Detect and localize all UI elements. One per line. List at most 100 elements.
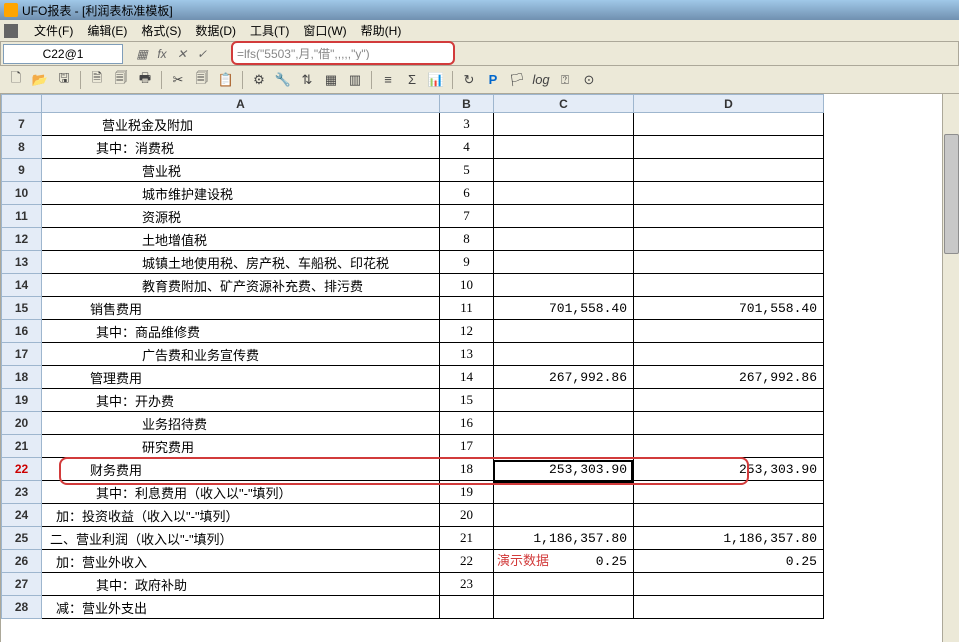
cell-c[interactable] (494, 205, 634, 228)
chart-icon[interactable]: ▦ (135, 47, 149, 61)
cell-c[interactable] (494, 481, 634, 504)
cancel-icon[interactable]: ✕ (175, 47, 189, 61)
cell-a[interactable]: 减：营业外支出 (42, 596, 440, 619)
cell-c[interactable]: 253,303.90 (494, 458, 634, 481)
cell-d[interactable] (634, 320, 824, 343)
grid-icon[interactable]: ▦ (321, 70, 341, 90)
cell-a[interactable]: 管理费用 (42, 366, 440, 389)
row-header[interactable]: 16 (2, 320, 42, 343)
cell-d[interactable]: 1,186,357.80 (634, 527, 824, 550)
tool-icon[interactable]: ⚙ (249, 70, 269, 90)
cell-b[interactable]: 20 (440, 504, 494, 527)
cell-d[interactable] (634, 504, 824, 527)
cell-b[interactable]: 17 (440, 435, 494, 458)
menu-file[interactable]: 文件(F) (28, 20, 79, 41)
row-header[interactable]: 18 (2, 366, 42, 389)
cell-d[interactable] (634, 274, 824, 297)
row-header[interactable]: 19 (2, 389, 42, 412)
cell-a[interactable]: 其中：利息费用（收入以"-"填列） (42, 481, 440, 504)
cell-a[interactable]: 其中：开办费 (42, 389, 440, 412)
find-icon[interactable]: ⊙ (579, 70, 599, 90)
row-header[interactable]: 27 (2, 573, 42, 596)
cell-c[interactable] (494, 343, 634, 366)
cell-c[interactable] (494, 228, 634, 251)
row-header[interactable]: 24 (2, 504, 42, 527)
open-icon[interactable]: 📂 (30, 70, 50, 90)
fx-icon[interactable]: fx (155, 47, 169, 61)
sum-icon[interactable]: Σ (402, 70, 422, 90)
cell-d[interactable] (634, 136, 824, 159)
cell-b[interactable]: 16 (440, 412, 494, 435)
cell-a[interactable]: 营业税金及附加 (42, 113, 440, 136)
help-icon[interactable]: ⍰ (555, 70, 575, 90)
cell-b[interactable]: 4 (440, 136, 494, 159)
menu-format[interactable]: 格式(S) (135, 20, 187, 41)
data-icon[interactable]: 📊 (426, 70, 446, 90)
cell-d[interactable] (634, 251, 824, 274)
cell-a[interactable]: 资源税 (42, 205, 440, 228)
cell-a[interactable]: 加：营业外收入 (42, 550, 440, 573)
col-header-a[interactable]: A (42, 95, 440, 113)
cell-a[interactable]: 业务招待费 (42, 412, 440, 435)
row-header[interactable]: 23 (2, 481, 42, 504)
cell-b[interactable]: 10 (440, 274, 494, 297)
row-header[interactable]: 8 (2, 136, 42, 159)
cell-d[interactable] (634, 343, 824, 366)
cell-d[interactable]: 701,558.40 (634, 297, 824, 320)
cell-b[interactable]: 8 (440, 228, 494, 251)
row-header[interactable]: 10 (2, 182, 42, 205)
print-icon[interactable]: 🖶 (135, 70, 155, 90)
cell-b[interactable]: 19 (440, 481, 494, 504)
cell-c[interactable] (494, 159, 634, 182)
cell-d[interactable] (634, 573, 824, 596)
cell-c[interactable] (494, 435, 634, 458)
cell-a[interactable]: 二、营业利润（收入以"-"填列） (42, 527, 440, 550)
cell-reference-box[interactable]: C22@1 (3, 44, 123, 64)
row-header[interactable]: 28 (2, 596, 42, 619)
cell-c[interactable] (494, 504, 634, 527)
spreadsheet-grid[interactable]: A B C D 7营业税金及附加38其中：消费税49营业税510城市维护建设税6… (0, 94, 959, 642)
cell-b[interactable]: 12 (440, 320, 494, 343)
menu-window[interactable]: 窗口(W) (297, 20, 352, 41)
confirm-icon[interactable]: ✓ (195, 47, 209, 61)
col-header-d[interactable]: D (634, 95, 824, 113)
save-icon[interactable]: 🖫 (54, 70, 74, 90)
cell-a[interactable]: 其中：消费税 (42, 136, 440, 159)
sort-icon[interactable]: ⇅ (297, 70, 317, 90)
row-header[interactable]: 11 (2, 205, 42, 228)
col-header-b[interactable]: B (440, 95, 494, 113)
cell-d[interactable] (634, 228, 824, 251)
cell-a[interactable]: 广告费和业务宣传费 (42, 343, 440, 366)
cell-a[interactable]: 销售费用 (42, 297, 440, 320)
cell-b[interactable] (440, 596, 494, 619)
row-header[interactable]: 21 (2, 435, 42, 458)
vertical-scrollbar[interactable] (942, 94, 959, 642)
cell-c[interactable] (494, 389, 634, 412)
cell-a[interactable]: 其中：政府补助 (42, 573, 440, 596)
cell-a[interactable]: 土地增值税 (42, 228, 440, 251)
col-header-c[interactable]: C (494, 95, 634, 113)
cell-a[interactable]: 城镇土地使用税、房产税、车船税、印花税 (42, 251, 440, 274)
cell-c[interactable] (494, 113, 634, 136)
row-header[interactable]: 9 (2, 159, 42, 182)
cell-b[interactable]: 7 (440, 205, 494, 228)
tool2-icon[interactable]: 🔧 (273, 70, 293, 90)
cell-d[interactable]: 0.25 (634, 550, 824, 573)
p-icon[interactable]: P (483, 70, 503, 90)
cell-c[interactable] (494, 596, 634, 619)
cell-a[interactable]: 教育费附加、矿产资源补充费、排污费 (42, 274, 440, 297)
row-header[interactable]: 12 (2, 228, 42, 251)
cell-d[interactable] (634, 159, 824, 182)
cell-c[interactable] (494, 136, 634, 159)
row-header[interactable]: 26 (2, 550, 42, 573)
cell-c[interactable] (494, 320, 634, 343)
log-icon[interactable]: log (531, 70, 551, 90)
cell-a[interactable]: 财务费用 (42, 458, 440, 481)
copy-icon[interactable]: 🗐 (192, 70, 212, 90)
cell-d[interactable] (634, 412, 824, 435)
cell-b[interactable]: 21 (440, 527, 494, 550)
cell-c[interactable] (494, 274, 634, 297)
cell-c[interactable]: 1,186,357.80 (494, 527, 634, 550)
menu-help[interactable]: 帮助(H) (355, 20, 408, 41)
row-header[interactable]: 22 (2, 458, 42, 481)
